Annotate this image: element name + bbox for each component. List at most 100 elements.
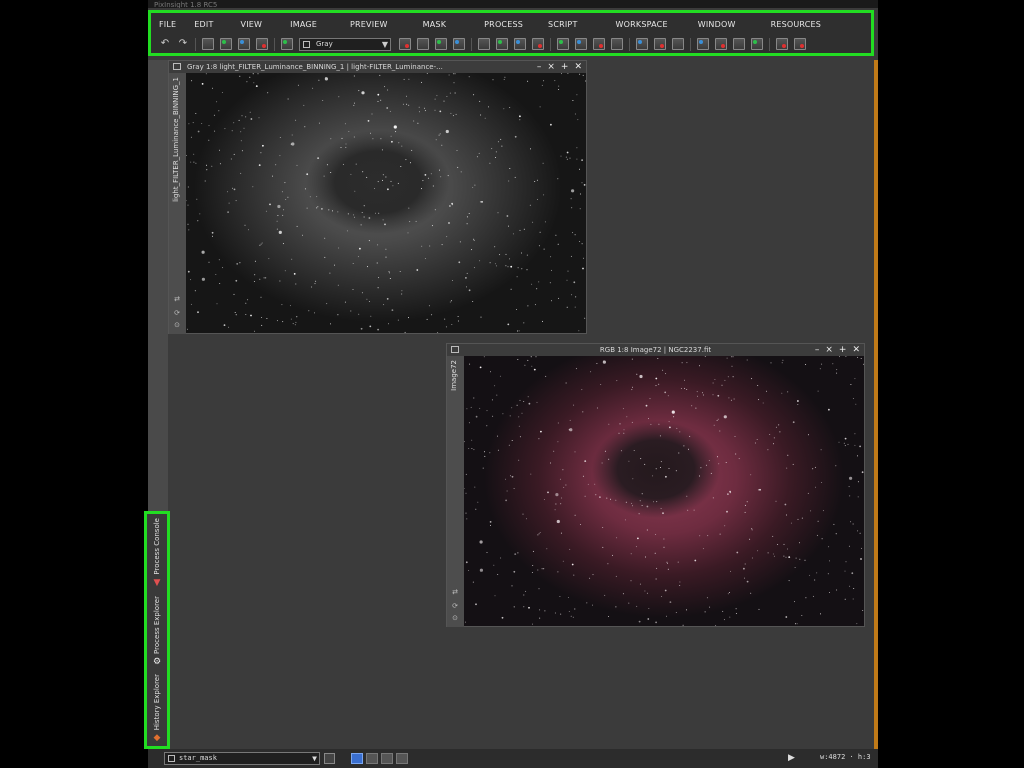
- toolbar-separator: [471, 37, 472, 51]
- close-icon[interactable]: ✕: [852, 344, 860, 356]
- history-explorer-icon: ◆: [153, 733, 161, 744]
- view-icon: [168, 755, 175, 762]
- gray-view-tab[interactable]: light_FILTER_Luminance_BINNING_1 ⇄ ⟳ ⊙: [169, 73, 186, 334]
- zoom-fit-icon[interactable]: [453, 38, 465, 50]
- star-field: [464, 356, 864, 626]
- menu-workspace[interactable]: WORKSPACE: [616, 18, 668, 32]
- explorer-grid-icon[interactable]: [733, 38, 745, 50]
- mask-disable-icon[interactable]: [611, 38, 623, 50]
- reset-icon[interactable]: ⊙: [172, 321, 182, 329]
- new-image-icon[interactable]: [220, 38, 232, 50]
- zoom-1-1-icon[interactable]: [435, 38, 447, 50]
- stf-icon[interactable]: [636, 38, 648, 50]
- rgb-window-controls: – ⨯ + ✕: [815, 344, 860, 356]
- process-console-label: Process Console: [153, 518, 161, 575]
- rgb-window-title[interactable]: RGB 1:8 Image72 | NGC2237.fit: [447, 344, 864, 356]
- history-explorer-tab[interactable]: History Explorer ◆: [149, 674, 165, 743]
- menu-preview[interactable]: PREVIEW: [350, 18, 388, 32]
- maximize-icon[interactable]: +: [561, 61, 569, 73]
- stf-auto-icon[interactable]: [654, 38, 666, 50]
- toolbar-separator: [195, 37, 196, 51]
- menu-window[interactable]: WINDOW: [698, 18, 736, 32]
- toolbar-separator: [769, 37, 770, 51]
- preview-icon[interactable]: [514, 38, 526, 50]
- gray-window-controls: – ⨯ + ✕: [537, 61, 582, 73]
- view-select-value: Gray: [316, 39, 333, 48]
- image-readout: w:4872 · h:3: [820, 753, 871, 761]
- shade-icon[interactable]: ⨯: [825, 344, 833, 356]
- process-explorer-tab[interactable]: Process Explorer ⚙: [149, 596, 165, 667]
- gray-image-window[interactable]: Gray 1:8 light_FILTER_Luminance_BINNING_…: [168, 60, 587, 334]
- toolbar-separator: [550, 37, 551, 51]
- workspace-2-button[interactable]: [366, 753, 378, 764]
- pin-icon[interactable]: ⟳: [172, 309, 182, 317]
- menu-image[interactable]: IMAGE: [290, 18, 317, 32]
- pin-icon[interactable]: ⟳: [450, 602, 460, 610]
- process-console-tab[interactable]: Process Console ▼: [149, 518, 165, 588]
- gray-window-title[interactable]: Gray 1:8 light_FILTER_Luminance_BINNING_…: [169, 61, 586, 73]
- process-stop-icon[interactable]: [794, 38, 806, 50]
- mask-invert-icon[interactable]: [575, 38, 587, 50]
- workspace-edge: [874, 60, 878, 750]
- workspace-1-button[interactable]: [351, 753, 363, 764]
- menu-edit[interactable]: EDIT: [194, 18, 213, 32]
- undo-icon[interactable]: ↶: [159, 38, 171, 50]
- reset-icon[interactable]: ⊙: [450, 614, 460, 622]
- toolbar-separator: [690, 37, 691, 51]
- play-icon[interactable]: ▶: [788, 753, 795, 763]
- menu-script[interactable]: SCRIPT: [548, 18, 578, 32]
- redo-icon[interactable]: ↷: [177, 38, 189, 50]
- app-window: FILE EDIT VIEW IMAGE PREVIEW MASK PROCESS SCRIP…: [144, 8, 878, 768]
- workspace-4-button[interactable]: [396, 753, 408, 764]
- maximize-icon[interactable]: +: [839, 344, 847, 356]
- view-selector[interactable]: star_mask ▼: [164, 752, 320, 765]
- explorer-list-icon[interactable]: [751, 38, 763, 50]
- menu-file[interactable]: FILE: [159, 18, 176, 32]
- duplicate-icon[interactable]: [238, 38, 250, 50]
- toolbar-separator: [274, 37, 275, 51]
- rgb-view-tab-label: Image72: [450, 360, 458, 391]
- preview-edit-icon[interactable]: [532, 38, 544, 50]
- process-list-icon[interactable]: [776, 38, 788, 50]
- chevron-down-icon: ▼: [312, 754, 317, 763]
- status-bar: star_mask ▼ ▶ w:4872 · h:3: [148, 749, 878, 768]
- rgb-image-window[interactable]: RGB 1:8 Image72 | NGC2237.fit – ⨯ + ✕ Im…: [446, 343, 865, 627]
- menu-bar: FILE EDIT VIEW IMAGE PREVIEW MASK PROCESS SCRIP…: [159, 18, 821, 32]
- screen-transfer-icon[interactable]: [281, 38, 293, 50]
- link-icon[interactable]: ⇄: [172, 295, 182, 303]
- workspace-3-button[interactable]: [381, 753, 393, 764]
- side-panel-tabs: Process Console ▼ Process Explorer ⚙ His…: [144, 511, 170, 749]
- menu-resources[interactable]: RESOURCES: [771, 18, 822, 32]
- menu-mask[interactable]: MASK: [423, 18, 447, 32]
- gray-image-canvas[interactable]: [186, 73, 586, 333]
- view-selector-value: star_mask: [179, 754, 217, 762]
- rgb-view-tab[interactable]: Image72 ⇄ ⟳ ⊙: [447, 356, 464, 627]
- mask-icon[interactable]: [256, 38, 268, 50]
- view-explorer-button[interactable]: [324, 753, 335, 764]
- close-icon[interactable]: ✕: [574, 61, 582, 73]
- zoom-in-icon[interactable]: [399, 38, 411, 50]
- explorer-add-icon[interactable]: [715, 38, 727, 50]
- process-explorer-icon: ⚙: [152, 656, 162, 667]
- readout-icon[interactable]: [478, 38, 490, 50]
- star-field: [186, 73, 586, 333]
- mask-enable-icon[interactable]: [593, 38, 605, 50]
- zoom-out-icon[interactable]: [417, 38, 429, 50]
- toolbar-separator: [629, 37, 630, 51]
- mask-show-icon[interactable]: [557, 38, 569, 50]
- window-icon[interactable]: [202, 38, 214, 50]
- stf-reset-icon[interactable]: [672, 38, 684, 50]
- link-icon[interactable]: ⇄: [450, 588, 460, 596]
- pan-icon[interactable]: [496, 38, 508, 50]
- rgb-image-canvas[interactable]: [464, 356, 864, 626]
- workspace: Gray 1:8 light_FILTER_Luminance_BINNING_…: [168, 60, 874, 760]
- menu-view[interactable]: VIEW: [241, 18, 263, 32]
- view-select-dropdown[interactable]: Gray ▼: [299, 37, 391, 51]
- minimize-icon[interactable]: –: [537, 61, 542, 73]
- window-icon: [451, 346, 459, 353]
- minimize-icon[interactable]: –: [815, 344, 820, 356]
- explorer-icon[interactable]: [697, 38, 709, 50]
- menu-process[interactable]: PROCESS: [484, 18, 523, 32]
- process-explorer-label: Process Explorer: [153, 596, 161, 654]
- shade-icon[interactable]: ⨯: [547, 61, 555, 73]
